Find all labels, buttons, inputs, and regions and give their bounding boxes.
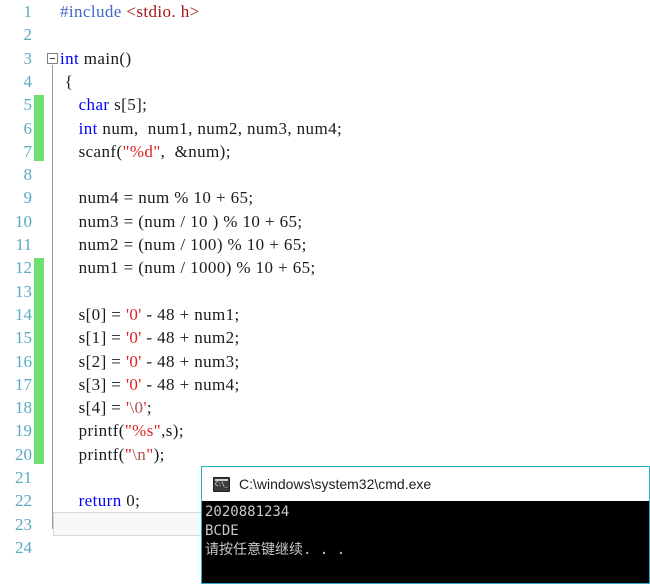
code-line-text: int main(): [60, 47, 132, 70]
code-token-plain: 0;: [121, 491, 141, 511]
code-token-plain: ;: [146, 398, 153, 418]
code-line[interactable]: int num, num1, num2, num3, num4;: [0, 117, 650, 140]
code-token-plain: scanf(: [60, 141, 123, 161]
code-token-plain: main(): [79, 48, 132, 68]
code-token-kw: int: [60, 48, 80, 68]
code-token-plain: s[1] =: [60, 328, 126, 348]
console-title-text: C:\windows\system32\cmd.exe: [239, 476, 432, 492]
code-token-plain: s[0] =: [60, 304, 126, 324]
code-line[interactable]: s[4] = '\0';: [0, 396, 650, 419]
code-line-text: s[2] = '0' - 48 + num3;: [60, 350, 240, 373]
code-token-esc: \n: [132, 444, 147, 464]
code-line-text: char s[5];: [60, 93, 147, 116]
code-line-text: num4 = num % 10 + 65;: [60, 186, 254, 209]
code-line-text: scanf("%d", &num);: [60, 140, 231, 163]
code-line[interactable]: [0, 163, 650, 186]
code-token-plain: - 48 + num2;: [141, 328, 240, 348]
code-line-text: num2 = (num / 100) % 10 + 65;: [60, 233, 307, 256]
code-token-plain: ,s);: [161, 421, 184, 441]
code-line-text: printf("%s",s);: [60, 419, 184, 442]
code-line-text: s[1] = '0' - 48 + num2;: [60, 326, 240, 349]
code-line-text: s[4] = '\0';: [60, 396, 152, 419]
code-token-plain: {: [60, 71, 74, 91]
code-line-text: #include <stdio. h>: [60, 0, 200, 23]
code-line[interactable]: s[3] = '0' - 48 + num4;: [0, 373, 650, 396]
code-line-text: s[0] = '0' - 48 + num1;: [60, 303, 240, 326]
code-token-plain: num4 = num % 10 + 65;: [60, 188, 254, 208]
code-token-pp: #include: [60, 2, 127, 21]
code-token-plain: s[4] =: [60, 398, 126, 418]
code-line[interactable]: {: [0, 70, 650, 93]
code-line[interactable]: num4 = num % 10 + 65;: [0, 186, 650, 209]
code-token-plain: num1 = (num / 1000) % 10 + 65;: [60, 258, 316, 278]
code-token-plain: , &num);: [160, 141, 231, 161]
code-token-str: '0': [125, 304, 142, 324]
code-token-kw: char: [78, 95, 110, 115]
cmd-icon: [213, 476, 230, 492]
code-line[interactable]: num1 = (num / 1000) % 10 + 65;: [0, 256, 650, 279]
code-line[interactable]: scanf("%d", &num);: [0, 140, 650, 163]
code-line[interactable]: s[1] = '0' - 48 + num2;: [0, 326, 650, 349]
code-line[interactable]: printf("\n");: [0, 443, 650, 466]
console-title-bar[interactable]: C:\windows\system32\cmd.exe: [202, 467, 649, 501]
code-token-kw: return: [78, 491, 122, 511]
code-line[interactable]: [0, 280, 650, 303]
code-token-plain: num, num1, num2, num3, num4;: [97, 118, 343, 138]
code-token-esc: \0: [129, 398, 144, 418]
code-line[interactable]: s[0] = '0' - 48 + num1;: [0, 303, 650, 326]
code-line-text: {: [60, 70, 73, 93]
code-token-plain: s[5];: [109, 95, 148, 115]
code-line[interactable]: s[2] = '0' - 48 + num3;: [0, 350, 650, 373]
code-line[interactable]: printf("%s",s);: [0, 419, 650, 442]
code-token-plain: s[3] =: [60, 374, 126, 394]
code-token-str: "%s": [124, 421, 162, 441]
console-output-line: BCDE: [205, 523, 239, 539]
code-line[interactable]: [0, 23, 650, 46]
code-line-text: int num, num1, num2, num3, num4;: [60, 117, 342, 140]
code-line[interactable]: char s[5];: [0, 93, 650, 116]
code-line[interactable]: int main(): [0, 47, 650, 70]
console-output-line: 2020881234: [205, 504, 290, 520]
code-line[interactable]: num2 = (num / 100) % 10 + 65;: [0, 233, 650, 256]
code-line[interactable]: num3 = (num / 10 ) % 10 + 65;: [0, 210, 650, 233]
code-token-plain: printf(: [60, 444, 125, 464]
code-line-text: num3 = (num / 10 ) % 10 + 65;: [60, 210, 303, 233]
code-line-text: s[3] = '0' - 48 + num4;: [60, 373, 240, 396]
code-token-str: '0': [125, 374, 142, 394]
code-token-inc: <stdio. h>: [126, 2, 200, 21]
code-line[interactable]: #include <stdio. h>: [0, 0, 650, 23]
code-token-plain: );: [153, 444, 165, 464]
console-output-area[interactable]: 2020881234 BCDE 请按任意键继续. . .: [202, 501, 649, 583]
code-token-str: ": [146, 444, 154, 464]
code-token-plain: - 48 + num3;: [141, 351, 240, 371]
code-line-text: num1 = (num / 1000) % 10 + 65;: [60, 256, 316, 279]
code-token-str: '0': [125, 351, 142, 371]
console-output-line: 请按任意键继续. . .: [205, 542, 346, 558]
code-token-plain: - 48 + num4;: [141, 374, 240, 394]
code-token-plain: printf(: [60, 421, 125, 441]
cmd-console-window[interactable]: C:\windows\system32\cmd.exe 2020881234 BC…: [201, 466, 650, 584]
code-token-kw: int: [78, 118, 98, 138]
code-token-str: '0': [125, 328, 142, 348]
code-line-text: printf("\n");: [60, 443, 165, 466]
code-token-str: "%d": [122, 141, 161, 161]
code-line-text: return 0;: [60, 489, 140, 512]
code-token-plain: - 48 + num1;: [141, 304, 240, 324]
code-token-plain: s[2] =: [60, 351, 126, 371]
code-token-plain: num2 = (num / 100) % 10 + 65;: [60, 235, 307, 254]
code-token-plain: num3 = (num / 10 ) % 10 + 65;: [60, 211, 303, 231]
